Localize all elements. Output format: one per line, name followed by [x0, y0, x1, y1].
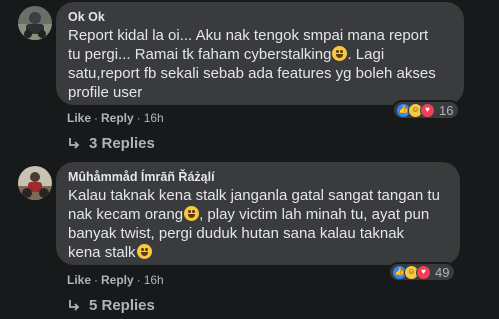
reply-button[interactable]: Reply	[101, 273, 134, 287]
replies-count-label: 3 Replies	[89, 135, 155, 152]
view-replies-button[interactable]: 5 Replies	[67, 297, 155, 314]
avatar[interactable]	[18, 166, 52, 200]
comment-text-line: satu,report fb sekali sebab ada features…	[68, 65, 436, 82]
comment-text-line: nak kecam orang , play victim lah minah t…	[68, 205, 429, 225]
like-button[interactable]: Like	[67, 273, 91, 287]
comment-text-fragment: tu pergi... Ramai tk faham cyberstalking	[68, 46, 332, 63]
comment-text-line: kena stalk	[68, 243, 152, 263]
view-replies-button[interactable]: 3 Replies	[67, 135, 155, 152]
laughing-emoji-icon	[184, 206, 200, 221]
comment-text-line: banyak twist, pergi duduk hutan sana kal…	[68, 225, 405, 242]
comment-text-line: tu pergi... Ramai tk faham cyberstalking…	[68, 45, 384, 65]
comment-text-fragment: nak kecam orang	[68, 206, 184, 223]
avatar-image	[18, 6, 52, 40]
reaction-count: 16	[439, 102, 454, 118]
comment-text-line: Report kidal la oi... Aku nak tengok smp…	[68, 27, 429, 44]
avatar-image	[18, 166, 52, 200]
laughing-emoji-icon	[332, 46, 348, 61]
comment-actions: Like · Reply · 16h	[67, 273, 164, 287]
comment-text-fragment: , play victim lah minah tu, ayat pun	[199, 206, 430, 223]
comment-actions: Like · Reply · 16h	[67, 111, 164, 125]
love-icon: ♥	[416, 264, 431, 280]
timestamp[interactable]: 16h	[144, 111, 164, 125]
timestamp[interactable]: 16h	[144, 273, 164, 287]
reply-arrow-icon	[69, 299, 80, 311]
reply-arrow-icon	[69, 137, 80, 149]
comment-text-fragment: . Lagi	[347, 46, 385, 63]
comment-text-fragment: kena stalk	[68, 244, 136, 261]
love-icon: ♥	[420, 102, 435, 118]
like-button[interactable]: Like	[67, 111, 91, 125]
separator: ·	[136, 273, 141, 287]
reaction-summary[interactable]: 👍 ☺ ♥ 16	[392, 100, 461, 120]
comment-text-line: profile user	[68, 84, 143, 101]
replies-count-label: 5 Replies	[89, 297, 155, 314]
separator: ·	[94, 111, 99, 125]
tongue-emoji-icon	[136, 244, 152, 259]
separator: ·	[136, 111, 141, 125]
comment-text-line: Kalau taknak kena stalk janganla gatal s…	[68, 187, 440, 204]
comment-bubble: Mûhåmmåd Ímrāñ Řáżąlí Kalau taknak kena …	[56, 162, 460, 265]
comment-author[interactable]: Ok Ok	[68, 10, 105, 24]
separator: ·	[94, 273, 99, 287]
comment-bubble: Ok Ok Report kidal la oi... Aku nak teng…	[56, 2, 464, 105]
comment-thread: Ok Ok Report kidal la oi... Aku nak teng…	[0, 0, 499, 319]
comment-author[interactable]: Mûhåmmåd Ímrāñ Řáżąlí	[68, 170, 215, 184]
avatar[interactable]	[18, 6, 52, 40]
reply-button[interactable]: Reply	[101, 111, 134, 125]
reaction-count: 49	[435, 264, 450, 280]
reaction-summary[interactable]: 👍 ☺ ♥ 49	[388, 262, 457, 282]
